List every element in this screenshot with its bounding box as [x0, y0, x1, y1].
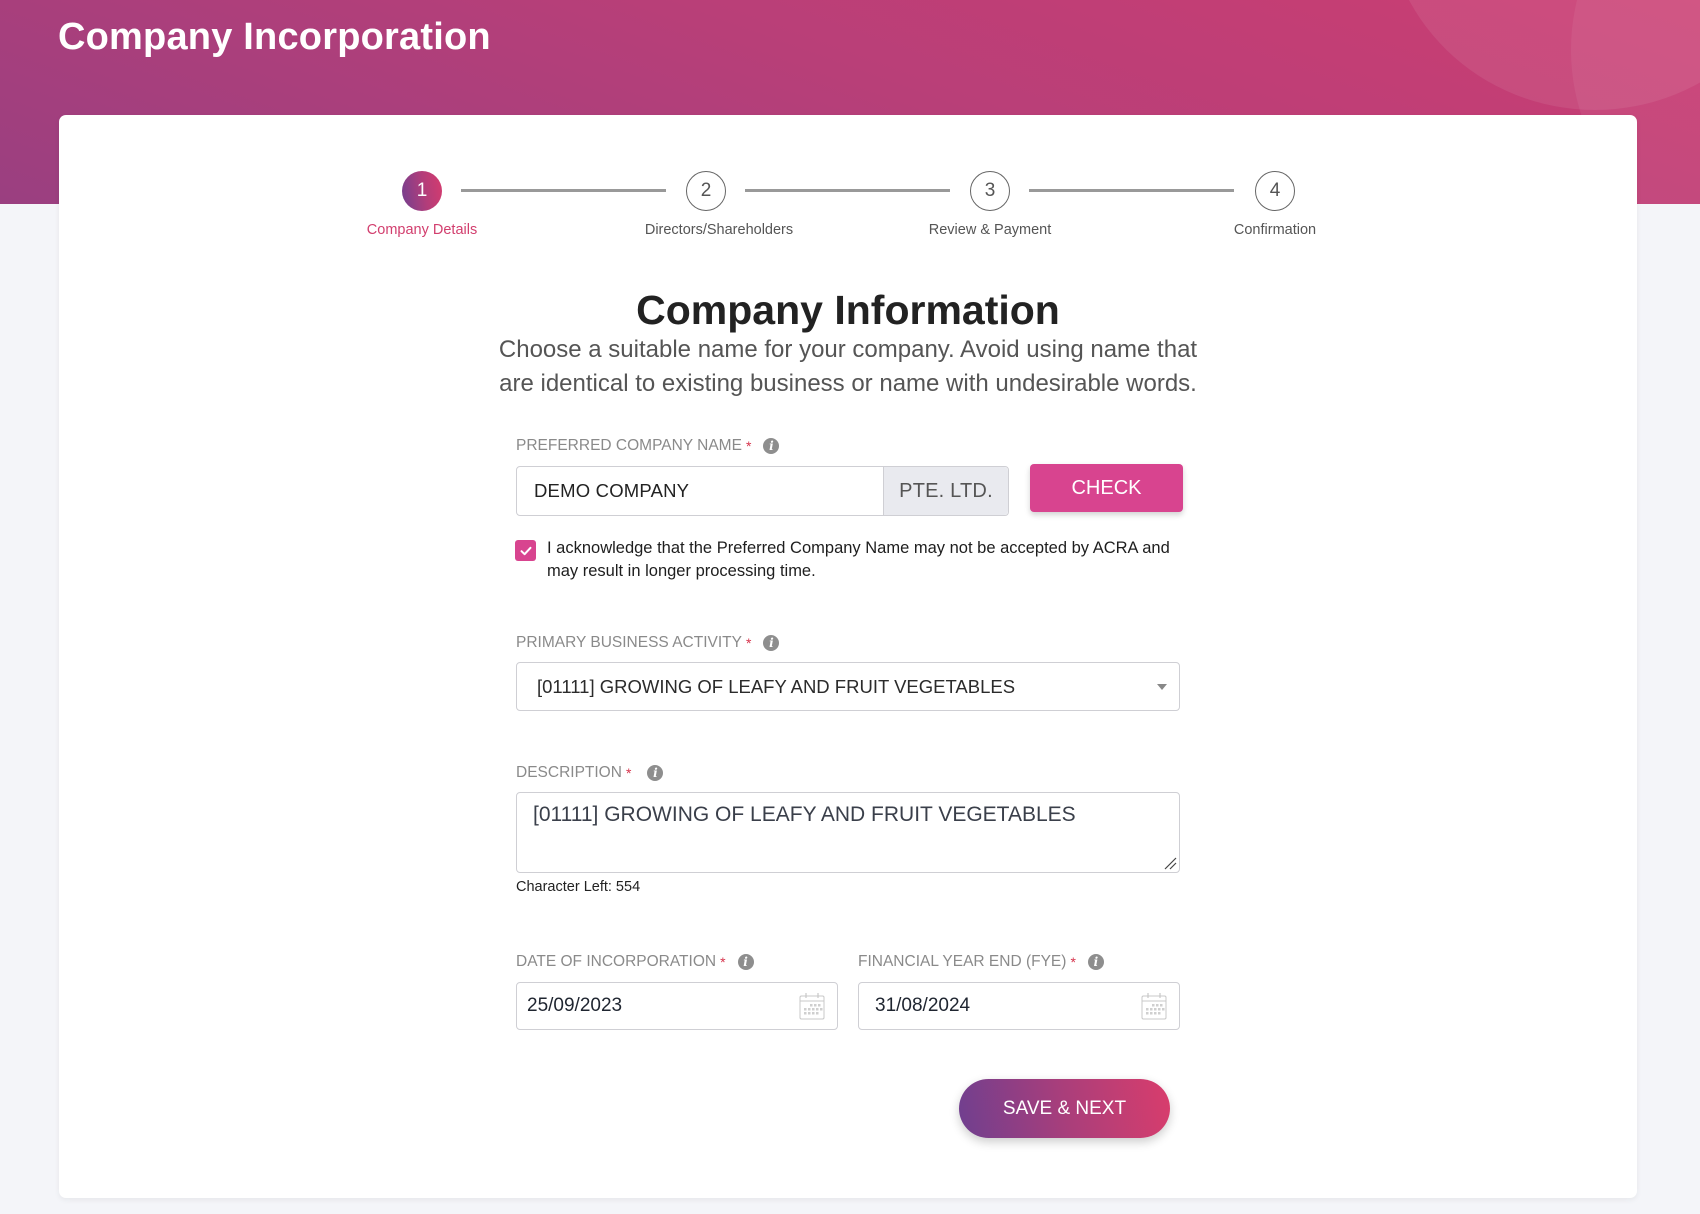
fye-label: FINANCIAL YEAR END (FYE) * i [858, 953, 1104, 971]
business-activity-label-text: PRIMARY BUSINESS ACTIVITY [516, 634, 742, 651]
incorporation-date-label-text: DATE OF INCORPORATION [516, 953, 717, 970]
step-1-circle[interactable]: 1 [402, 171, 442, 211]
check-name-button[interactable]: CHECK [1030, 464, 1183, 512]
description-label: DESCRIPTION * i [516, 764, 664, 782]
incorporation-date-input[interactable]: 25/09/2023 [516, 982, 838, 1030]
info-icon[interactable]: i [763, 635, 780, 651]
step-1-label[interactable]: Company Details [367, 222, 477, 238]
step-connector [745, 189, 950, 192]
step-connector [461, 189, 666, 192]
acknowledge-text: I acknowledge that the Preferred Company… [547, 539, 1170, 580]
step-2-circle[interactable]: 2 [686, 171, 726, 211]
chevron-down-icon [1157, 683, 1167, 690]
info-icon[interactable]: i [763, 438, 780, 454]
incorporation-date-value[interactable]: 25/09/2023 [527, 995, 799, 1017]
calendar-icon[interactable] [799, 992, 825, 1020]
required-marker: * [745, 635, 752, 651]
company-name-label: PREFERRED COMPANY NAME * i [516, 437, 780, 455]
company-name-label-text: PREFERRED COMPANY NAME [516, 437, 742, 454]
page-title: Company Incorporation [58, 16, 491, 58]
business-activity-value: [01111] GROWING OF LEAFY AND FRUIT VEGET… [537, 675, 1016, 697]
form-card: 1 Company Details 2 Directors/Shareholde… [59, 115, 1637, 1198]
form-title: Company Information [636, 287, 1060, 333]
character-counter: Character Left: 554 [516, 879, 641, 895]
company-name-value[interactable]: DEMO COMPANY [534, 480, 883, 502]
acknowledge-checkbox[interactable] [515, 540, 536, 561]
company-suffix-addon: PTE. LTD. [883, 467, 1008, 515]
description-textarea[interactable]: [01111] GROWING OF LEAFY AND FRUIT VEGET… [516, 792, 1180, 873]
business-activity-select[interactable]: [01111] GROWING OF LEAFY AND FRUIT VEGET… [516, 662, 1180, 711]
business-activity-label: PRIMARY BUSINESS ACTIVITY * i [516, 634, 780, 652]
calendar-icon[interactable] [1141, 992, 1167, 1020]
info-icon[interactable]: i [647, 765, 664, 781]
save-and-next-button[interactable]: SAVE & NEXT [959, 1079, 1170, 1138]
description-label-text: DESCRIPTION [516, 764, 622, 781]
resize-handle-icon[interactable] [1163, 856, 1177, 870]
step-3-label[interactable]: Review & Payment [929, 222, 1052, 238]
checkmark-icon [520, 546, 531, 555]
step-4-label[interactable]: Confirmation [1234, 222, 1316, 238]
required-marker: * [720, 954, 726, 970]
fye-label-text: FINANCIAL YEAR END (FYE) [858, 953, 1067, 970]
required-marker: * [745, 438, 752, 454]
required-marker: * [1070, 954, 1076, 970]
info-icon[interactable]: i [1087, 954, 1104, 970]
incorporation-date-label: DATE OF INCORPORATION * i [516, 953, 754, 971]
step-4-circle[interactable]: 4 [1255, 171, 1295, 211]
info-icon[interactable]: i [737, 954, 754, 970]
description-value[interactable]: [01111] GROWING OF LEAFY AND FRUIT VEGET… [533, 803, 1076, 827]
required-marker: * [625, 765, 632, 781]
fye-value[interactable]: 31/08/2024 [875, 995, 1141, 1017]
step-3-circle[interactable]: 3 [970, 171, 1010, 211]
fye-input[interactable]: 31/08/2024 [858, 982, 1180, 1030]
step-connector [1029, 189, 1234, 192]
step-2-label[interactable]: Directors/Shareholders [645, 222, 793, 238]
company-name-input[interactable]: DEMO COMPANY PTE. LTD. [516, 466, 1009, 516]
form-subtitle: Choose a suitable name for your company.… [498, 336, 1198, 397]
